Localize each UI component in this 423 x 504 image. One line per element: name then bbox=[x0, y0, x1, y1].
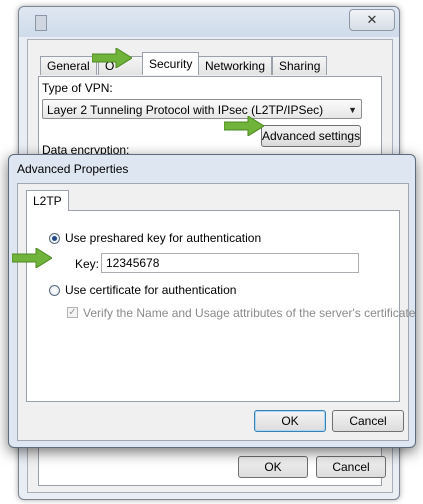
tab-general[interactable]: General bbox=[40, 56, 97, 75]
check-icon: ✓ bbox=[68, 307, 77, 318]
advanced-properties-dialog: Advanced Properties L2TP Use preshared k… bbox=[8, 154, 416, 448]
key-label: Key: bbox=[75, 257, 100, 271]
verify-label: Verify the Name and Usage attributes of … bbox=[83, 306, 416, 320]
window-titlebar bbox=[19, 7, 399, 37]
green-arrow-icon bbox=[224, 116, 264, 136]
app-icon bbox=[35, 15, 47, 31]
chevron-down-icon: ▼ bbox=[348, 105, 357, 115]
tab-sharing[interactable]: Sharing bbox=[272, 56, 328, 75]
advanced-settings-button[interactable]: Advanced settings bbox=[261, 125, 361, 147]
dialog-body: L2TP Use preshared key for authenticatio… bbox=[17, 183, 415, 441]
dialog-title: Advanced Properties bbox=[17, 162, 129, 176]
ok-button[interactable]: OK bbox=[238, 456, 308, 478]
tab-networking[interactable]: Networking bbox=[198, 56, 273, 75]
key-input[interactable] bbox=[101, 253, 359, 273]
l2tp-panel: Use preshared key for authentication Key… bbox=[26, 210, 415, 402]
vpn-type-select[interactable]: Layer 2 Tunneling Protocol with IPsec (L… bbox=[42, 99, 362, 119]
certificate-label: Use certificate for authentication bbox=[65, 283, 237, 297]
dialog-ok-button[interactable]: OK bbox=[254, 410, 326, 432]
green-arrow-icon bbox=[92, 48, 132, 68]
close-icon: ✕ bbox=[366, 12, 378, 27]
tab-security[interactable]: Security bbox=[142, 52, 200, 75]
preshared-key-radio[interactable] bbox=[49, 233, 60, 244]
close-button[interactable]: ✕ bbox=[349, 9, 395, 31]
certificate-radio[interactable] bbox=[49, 285, 60, 296]
verify-checkbox[interactable]: ✓ bbox=[67, 307, 78, 318]
green-arrow-icon bbox=[12, 248, 52, 268]
tab-l2tp[interactable]: L2TP bbox=[26, 190, 69, 211]
preshared-key-label: Use preshared key for authentication bbox=[65, 231, 262, 245]
cancel-button[interactable]: Cancel bbox=[316, 456, 386, 478]
type-of-vpn-label: Type of VPN: bbox=[42, 81, 113, 95]
dialog-cancel-button[interactable]: Cancel bbox=[332, 410, 404, 432]
